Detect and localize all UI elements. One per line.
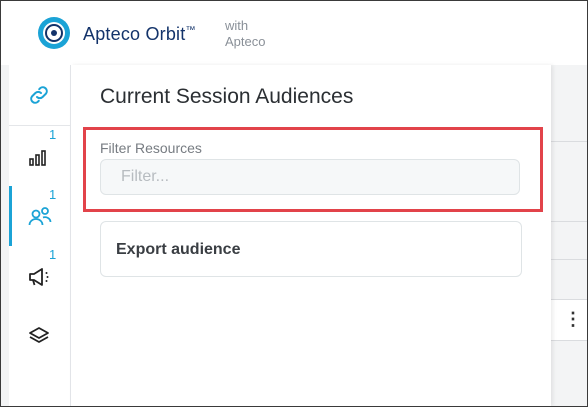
app-window: Apteco Orbit™ with Apteco ⋮ 1 1 1 Curren…	[0, 0, 588, 407]
bar-chart-icon	[29, 150, 46, 166]
audience-label: Export audience	[116, 241, 241, 258]
audiences-panel: Current Session Audiences Filter Resourc…	[71, 65, 551, 406]
top-bar: Apteco Orbit™ with Apteco	[1, 1, 587, 65]
background-divider	[551, 259, 587, 260]
filter-input[interactable]	[100, 159, 520, 195]
people-icon	[28, 207, 52, 226]
audiences-count-badge: 1	[49, 187, 57, 202]
megaphone-icon	[29, 268, 49, 286]
more-options-icon[interactable]: ⋮	[564, 309, 582, 329]
filter-label: Filter Resources	[100, 140, 202, 156]
brand-name: Apteco Orbit™	[83, 24, 196, 44]
nav-item-link[interactable]	[9, 65, 70, 126]
nav-item-layers[interactable]	[9, 306, 70, 366]
background-divider	[551, 221, 587, 222]
nav-item-audiences[interactable]: 1	[9, 186, 70, 246]
audience-item[interactable]: Export audience	[100, 221, 522, 277]
panel-title: Current Session Audiences	[100, 85, 354, 108]
layers-icon	[29, 327, 49, 343]
link-icon	[30, 86, 48, 104]
apteco-logo-icon	[38, 17, 70, 49]
charts-count-badge: 1	[49, 127, 57, 142]
campaigns-count-badge: 1	[49, 247, 57, 262]
background-divider	[551, 141, 587, 142]
nav-item-campaigns[interactable]: 1	[9, 246, 70, 306]
nav-item-charts[interactable]: 1	[9, 126, 70, 186]
brand-with-text: with Apteco	[225, 18, 266, 49]
active-indicator	[9, 186, 12, 246]
side-navigation: 1 1 1	[9, 65, 71, 406]
